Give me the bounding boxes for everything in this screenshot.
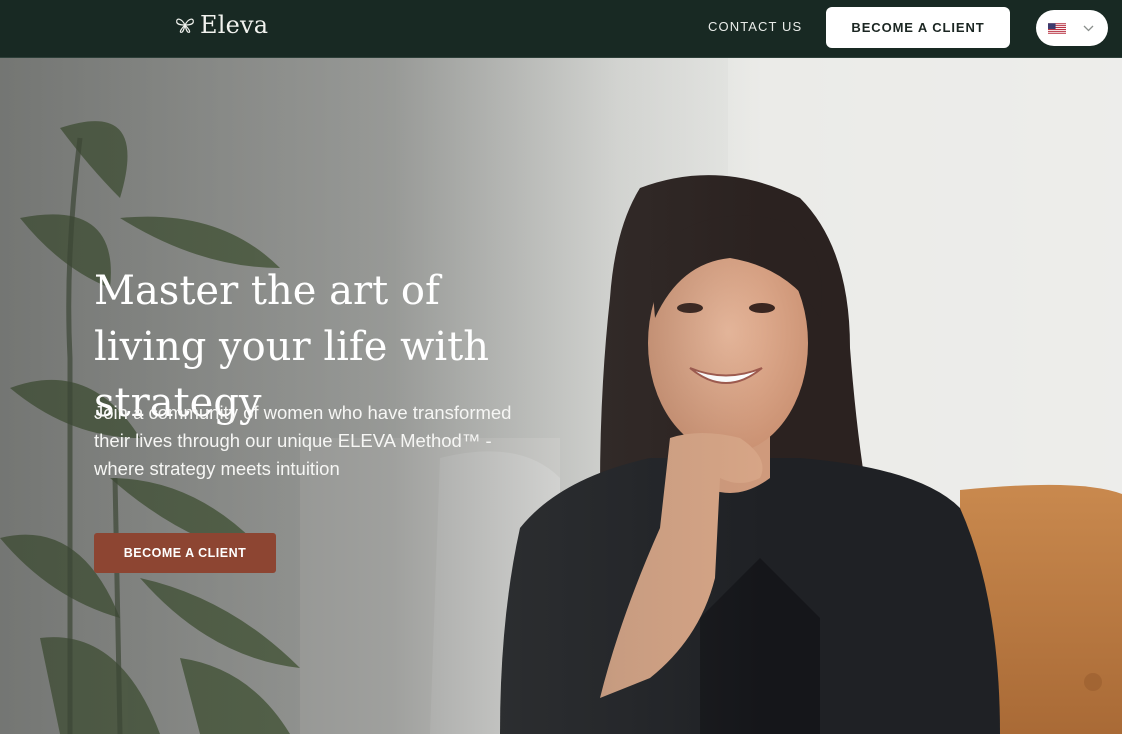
butterfly-icon — [176, 18, 194, 33]
header-become-client-button[interactable]: BECOME A CLIENT — [826, 7, 1010, 48]
logo-text: Eleva — [200, 11, 269, 39]
nav-contact-us[interactable]: CONTACT US — [708, 19, 802, 34]
us-flag-icon — [1048, 22, 1066, 34]
chevron-down-icon — [1083, 25, 1094, 31]
hero-section: Master the art of living your life with … — [0, 58, 1122, 734]
hero-become-client-button[interactable]: BECOME A CLIENT — [94, 533, 276, 573]
language-selector[interactable] — [1036, 10, 1108, 46]
logo-link[interactable]: Eleva — [174, 9, 268, 41]
site-header: Eleva CONTACT US BECOME A CLIENT — [0, 0, 1122, 58]
hero-subtitle: Join a community of women who have trans… — [94, 402, 512, 479]
